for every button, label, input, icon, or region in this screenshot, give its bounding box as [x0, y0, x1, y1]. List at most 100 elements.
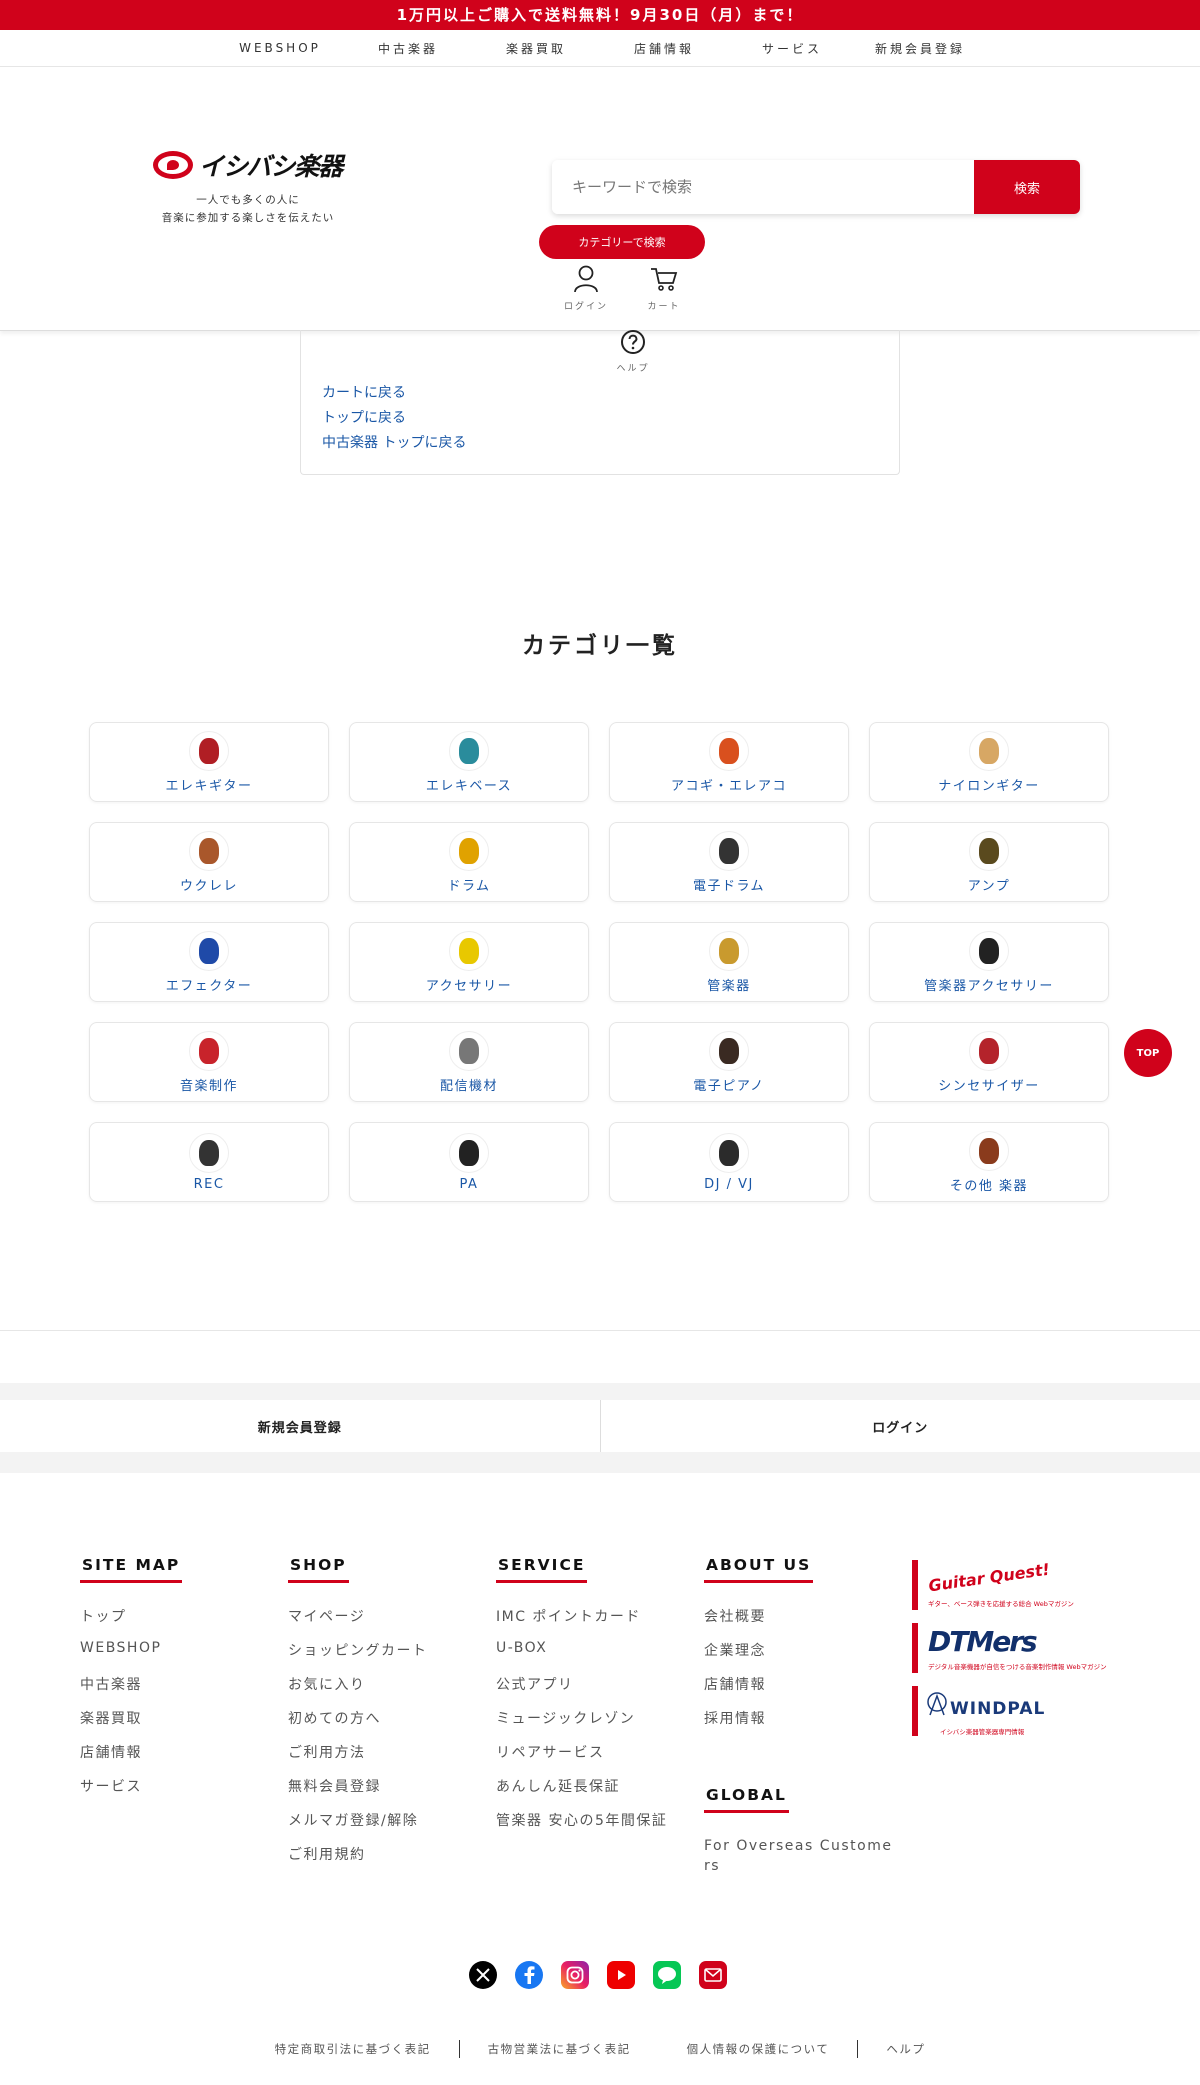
legal-privacy-link[interactable]: 個人情報の保護について	[659, 2041, 858, 2057]
topnav-buyback[interactable]: 楽器買取	[472, 40, 600, 57]
electronic-drum-icon	[709, 830, 749, 871]
category-card[interactable]: エレキギター	[89, 722, 329, 802]
sitemap-list: トップ WEBSHOP 中古楽器楽器買取店舗情報サービス	[80, 1606, 182, 1810]
category-list-title: カテゴリ一覧	[522, 633, 678, 659]
guitar-quest-banner[interactable]: Guitar Quest! ギター、ベース弾きを応援する総合 Webマガジン	[912, 1560, 1074, 1612]
overseas-link[interactable]: For Overseas Customers	[704, 1836, 894, 1876]
footer-list-item: IMC ポイントカード	[496, 1606, 667, 1640]
category-card[interactable]: アクセサリー	[349, 922, 589, 1002]
service-link[interactable]: IMC ポイントカード	[496, 1609, 641, 1625]
category-card[interactable]: ドラム	[349, 822, 589, 902]
legal-help-link[interactable]: ヘルプ	[858, 2041, 953, 2057]
topnav-service[interactable]: サービス	[728, 40, 856, 57]
category-card[interactable]: シンセサイザー	[869, 1022, 1109, 1102]
about-link[interactable]: 採用情報	[704, 1711, 766, 1727]
category-card[interactable]: PA	[349, 1122, 589, 1202]
back-to-used-top-link[interactable]: 中古楽器 トップに戻る	[322, 432, 466, 452]
search-button[interactable]: 検索	[974, 160, 1080, 214]
service-link[interactable]: リペアサービス	[496, 1745, 605, 1761]
tagline-line-2: 音楽に参加する楽しさを伝えたい	[161, 212, 335, 224]
dtmers-banner[interactable]: DTMers デジタル音楽機器が自信をつける音楽制作情報 Webマガジン	[912, 1623, 1107, 1675]
footer-global: GLOBAL For Overseas Customers	[704, 1785, 904, 1876]
topnav-webshop[interactable]: WEBSHOP	[216, 41, 344, 55]
service-heading: SERVICE	[496, 1556, 588, 1583]
x-icon[interactable]	[469, 1961, 497, 1989]
windpal-banner[interactable]: WINDPAL イシバシ楽器管楽器専門情報	[912, 1686, 1052, 1738]
service-link[interactable]: 公式アプリ	[496, 1677, 574, 1693]
legal-commerce-link[interactable]: 特定商取引法に基づく表記	[247, 2041, 459, 2057]
shop-link[interactable]: 初めての方へ	[288, 1711, 381, 1727]
shop-link[interactable]: お気に入り	[288, 1677, 366, 1693]
instagram-icon[interactable]	[561, 1961, 589, 1989]
category-search-button[interactable]: カテゴリーで検索	[539, 225, 705, 259]
footer-list-item: リペアサービス	[496, 1742, 667, 1776]
sitemap-link[interactable]: 楽器買取	[80, 1711, 142, 1727]
category-card[interactable]: ナイロンギター	[869, 722, 1109, 802]
category-card[interactable]: REC	[89, 1122, 329, 1202]
category-thumb	[719, 1139, 739, 1166]
sitemap-link[interactable]: 中古楽器	[80, 1677, 142, 1693]
category-card[interactable]: アンプ	[869, 822, 1109, 902]
scroll-to-top-button[interactable]: TOP	[1124, 1029, 1172, 1077]
login-button[interactable]: ログイン	[599, 1400, 1200, 1452]
facebook-icon[interactable]	[515, 1961, 543, 1989]
topnav-register[interactable]: 新規会員登録	[856, 40, 984, 57]
service-link[interactable]: 管楽器 安心の5年間保証	[496, 1813, 667, 1829]
service-link[interactable]: U-BOX	[496, 1640, 547, 1656]
category-card[interactable]: 管楽器アクセサリー	[869, 922, 1109, 1002]
category-card[interactable]: その他 楽器	[869, 1122, 1109, 1202]
sitemap-link[interactable]: トップ	[80, 1609, 127, 1625]
sitemap-link[interactable]: サービス	[80, 1779, 142, 1795]
category-card[interactable]: アコギ・エレアコ	[609, 722, 849, 802]
footer-list-item: 店舗情報	[704, 1674, 813, 1708]
about-link[interactable]: 会社概要	[704, 1609, 766, 1625]
sitemap-link[interactable]: WEBSHOP	[80, 1640, 161, 1656]
member-actions: 新規会員登録 ログイン	[0, 1400, 1200, 1452]
category-label: 電子ピアノ	[693, 1078, 765, 1094]
footer-list-item: 初めての方へ	[288, 1708, 428, 1742]
shop-link[interactable]: ショッピングカート	[288, 1643, 428, 1659]
promo-banner[interactable]: 1万円以上ご購入で送料無料！9月30日（月）まで！	[0, 0, 1200, 30]
login-link[interactable]: ログイン	[556, 265, 616, 312]
category-card[interactable]: 電子ピアノ	[609, 1022, 849, 1102]
topnav-used[interactable]: 中古楽器	[344, 40, 472, 57]
shop-link[interactable]: メルマガ登録/解除	[288, 1813, 418, 1829]
category-thumb	[459, 837, 479, 864]
category-card[interactable]: 管楽器	[609, 922, 849, 1002]
category-card[interactable]: DJ / VJ	[609, 1122, 849, 1202]
service-link[interactable]: あんしん延長保証	[496, 1779, 620, 1795]
shop-link[interactable]: マイページ	[288, 1609, 365, 1625]
search-input[interactable]	[552, 160, 974, 214]
category-card[interactable]: 音楽制作	[89, 1022, 329, 1102]
about-link[interactable]: 店舗情報	[704, 1677, 766, 1693]
register-button[interactable]: 新規会員登録	[0, 1400, 600, 1452]
shop-link[interactable]: 無料会員登録	[288, 1779, 381, 1795]
accessory-icon	[449, 930, 489, 971]
category-card[interactable]: エフェクター	[89, 922, 329, 1002]
category-thumb	[199, 837, 219, 864]
shop-link[interactable]: ご利用方法	[288, 1745, 366, 1761]
guitar-quest-caption: ギター、ベース弾きを応援する総合 Webマガジン	[928, 1600, 1074, 1608]
back-to-top-link[interactable]: トップに戻る	[322, 407, 406, 427]
category-card[interactable]: 配信機材	[349, 1022, 589, 1102]
site-logo[interactable]: イシバシ楽器	[153, 147, 343, 183]
about-link[interactable]: 企業理念	[704, 1643, 766, 1659]
mail-icon[interactable]	[699, 1961, 727, 1989]
back-to-cart-link[interactable]: カートに戻る	[322, 382, 406, 402]
login-label: ログイン	[563, 302, 608, 312]
footer-list-item: 公式アプリ	[496, 1674, 667, 1708]
category-thumb	[459, 1037, 479, 1064]
service-link[interactable]: ミュージックレゾン	[496, 1711, 635, 1727]
legal-antique-link[interactable]: 古物営業法に基づく表記	[460, 2041, 659, 2057]
youtube-icon[interactable]	[607, 1961, 635, 1989]
category-card[interactable]: ウクレレ	[89, 822, 329, 902]
category-label: ドラム	[447, 878, 491, 894]
category-card[interactable]: 電子ドラム	[609, 822, 849, 902]
sitemap-link[interactable]: 店舗情報	[80, 1745, 142, 1761]
category-thumb	[719, 1037, 739, 1064]
cart-link[interactable]: カート	[634, 265, 694, 312]
category-card[interactable]: エレキベース	[349, 722, 589, 802]
topnav-stores[interactable]: 店舗情報	[600, 40, 728, 57]
shop-link[interactable]: ご利用規約	[288, 1847, 366, 1863]
line-icon[interactable]	[653, 1961, 681, 1989]
